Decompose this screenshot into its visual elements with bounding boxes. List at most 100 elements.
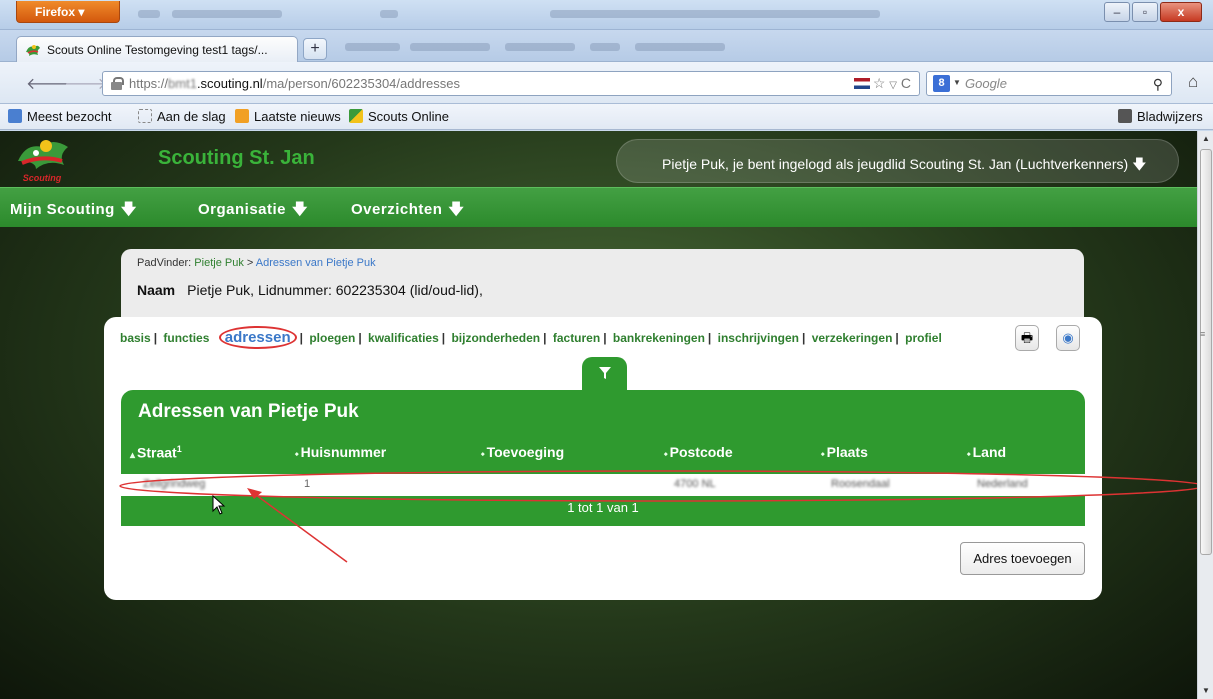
sort-asc-icon: ▴ <box>130 449 136 461</box>
scrollbar-grip-icon: ≡ <box>1200 329 1206 339</box>
column-land[interactable]: ⬩ Land <box>967 444 1006 460</box>
bookmark-getting-started[interactable]: Aan de slag <box>138 109 226 124</box>
logo-caption: Scouting <box>22 173 62 183</box>
tab-functies[interactable]: functies <box>163 331 209 345</box>
logged-in-user-text: Pietje Puk, je bent ingelogd als jeugdli… <box>662 156 1147 172</box>
tab-bankrekeningen[interactable]: bankrekeningen <box>613 331 705 345</box>
tab-kwalificaties[interactable]: kwalificaties <box>368 331 439 345</box>
blurred-tab[interactable] <box>590 43 620 51</box>
help-button[interactable]: ◉ <box>1056 325 1080 351</box>
menu-overzichten[interactable]: Overzichten 🡇 <box>351 199 464 224</box>
filter-toggle[interactable] <box>582 357 627 392</box>
filter-funnel-icon <box>598 367 611 379</box>
blurred-window-title <box>172 10 282 18</box>
rss-feed-icon <box>235 109 249 123</box>
table-row[interactable]: Zeilgrindweg 1 4700 NL Roosendaal Nederl… <box>121 474 1085 496</box>
tab-ploegen[interactable]: ploegen <box>309 331 355 345</box>
breadcrumb-person-link[interactable]: Pietje Puk <box>194 257 244 269</box>
group-name: Scouting St. Jan <box>158 147 315 169</box>
tab-inschrijvingen[interactable]: inschrijvingen <box>718 331 799 345</box>
column-huisnummer[interactable]: ⬩ Huisnummer <box>295 444 386 460</box>
page-content: Scouting Scouting St. Jan Pietje Puk, je… <box>0 131 1197 699</box>
firefox-menu-button[interactable]: Firefox ▾ <box>16 1 120 23</box>
search-icon[interactable]: ⚲ <box>1153 76 1163 93</box>
address-bar-icons: ☆ ▽ C <box>853 75 911 92</box>
naam-value: Pietje Puk, Lidnummer: 602235304 (lid/ou… <box>187 282 483 298</box>
scrollbar-thumb[interactable] <box>1200 149 1212 555</box>
column-straat[interactable]: ▴ Straat1 <box>130 444 182 461</box>
reload-icon[interactable]: C <box>901 75 911 91</box>
down-arrow-icon: 🡇 <box>448 201 465 218</box>
sort-icon: ⬩ <box>481 449 485 460</box>
cell-postcode: 4700 NL <box>674 478 716 490</box>
address-bar[interactable]: https://bmt1.scouting.nl/ma/person/60223… <box>102 71 920 96</box>
tab-adressen[interactable]: adressen <box>218 326 297 349</box>
google-search-engine-icon[interactable]: 8 <box>933 75 950 92</box>
bookmark-scouts-online[interactable]: Scouts Online <box>349 109 449 124</box>
dropdown-icon[interactable]: ▽ <box>889 80 897 91</box>
scroll-down-arrow-icon[interactable]: ▼ <box>1198 683 1213 699</box>
browser-tab-active[interactable]: Scouts Online Testomgeving test1 tags/..… <box>16 36 298 63</box>
mouse-cursor-icon <box>212 495 226 515</box>
column-plaats[interactable]: ⬩ Plaats <box>821 444 868 460</box>
bookmarks-toolbar: Meest bezocht Aan de slag Laatste nieuws… <box>0 104 1213 130</box>
pagination-info: 1 tot 1 van 1 <box>121 496 1085 526</box>
minimize-button[interactable]: – <box>1104 2 1130 22</box>
person-tabs: basis | functies adressen | ploegen | kwali… <box>120 326 942 349</box>
search-placeholder: Google <box>965 76 1007 91</box>
tab-title: Scouts Online Testomgeving test1 tags/..… <box>47 43 268 57</box>
tab-bijzonderheden[interactable]: bijzonderheden <box>451 331 540 345</box>
column-postcode[interactable]: ⬩ Postcode <box>664 444 733 460</box>
tab-facturen[interactable]: facturen <box>553 331 600 345</box>
blurred-tab[interactable] <box>410 43 490 51</box>
column-toevoeging[interactable]: ⬩ Toevoeging <box>481 444 564 460</box>
blurred-tab[interactable] <box>635 43 725 51</box>
cell-straat[interactable]: Zeilgrindweg <box>143 478 205 490</box>
bookmark-latest-news[interactable]: Laatste nieuws <box>235 109 341 124</box>
add-address-button[interactable]: Adres toevoegen <box>960 542 1085 575</box>
tab-basis[interactable]: basis <box>120 331 151 345</box>
breadcrumb: PadVinder: Pietje Puk > Adressen van Pie… <box>137 257 376 269</box>
menu-mijn-scouting[interactable]: Mijn Scouting 🡇 <box>10 199 137 224</box>
table-title: Adressen van Pietje Puk <box>138 401 359 422</box>
print-button[interactable]: 🖶 <box>1015 325 1039 351</box>
close-window-button[interactable]: x <box>1160 2 1202 22</box>
lock-icon <box>111 77 124 90</box>
home-icon[interactable]: ⌂ <box>1188 72 1198 92</box>
addresses-table-header: Adressen van Pietje Puk ▴ Straat1 ⬩ Huisnu… <box>121 390 1085 474</box>
down-arrow-icon: 🡇 <box>292 201 308 218</box>
maximize-button[interactable]: ▫ <box>1132 2 1158 22</box>
vertical-scrollbar[interactable]: ▲ ≡ ▼ <box>1197 131 1213 699</box>
printer-icon: 🖶 <box>1020 330 1034 345</box>
addresses-panel: basis | functies adressen | ploegen | kwali… <box>104 317 1102 600</box>
user-menu[interactable]: Pietje Puk, je bent ingelogd als jeugdli… <box>616 139 1179 183</box>
new-tab-button[interactable]: + <box>303 38 327 60</box>
blurred-tab[interactable] <box>345 43 400 51</box>
bookmarks-menu-button[interactable]: Bladwijzers <box>1118 109 1203 124</box>
tab-verzekeringen[interactable]: verzekeringen <box>812 331 893 345</box>
scouting-logo[interactable]: Scouting <box>14 135 86 185</box>
back-arrow-icon[interactable]: 🡐 <box>26 73 69 94</box>
person-info-card: PadVinder: Pietje Puk > Adressen van Pie… <box>121 249 1084 327</box>
search-engine-dropdown-icon[interactable]: ▼ <box>953 78 961 87</box>
blurred-window-title <box>550 10 880 18</box>
scroll-up-arrow-icon[interactable]: ▲ <box>1198 131 1213 147</box>
dutch-flag-icon <box>853 78 870 89</box>
menu-organisatie[interactable]: Organisatie 🡇 <box>198 199 308 224</box>
breadcrumb-current: Adressen van Pietje Puk <box>255 257 376 269</box>
person-name-row: Naam Pietje Puk, Lidnummer: 602235304 (li… <box>137 282 483 298</box>
sort-icon: ⬩ <box>821 449 825 460</box>
sort-icon: ⬩ <box>664 449 668 460</box>
bookmarks-star-icon <box>1118 109 1132 123</box>
most-visited-icon <box>8 109 22 123</box>
main-menu: Mijn Scouting 🡇 Organisatie 🡇 Overzichten 🡇 <box>0 187 1197 227</box>
forward-arrow-icon[interactable]: 🡒 <box>64 73 107 94</box>
cell-land: Nederland <box>977 478 1028 490</box>
bookmark-most-visited[interactable]: Meest bezocht <box>8 109 112 124</box>
search-box[interactable]: 8 ▼ Google ⚲ <box>926 71 1172 96</box>
bookmark-star-icon[interactable]: ☆ <box>873 75 886 91</box>
cell-huisnummer: 1 <box>304 478 311 490</box>
blurred-tab[interactable] <box>505 43 575 51</box>
tab-profiel[interactable]: profiel <box>905 331 942 345</box>
quick-launch-icon <box>138 10 160 18</box>
